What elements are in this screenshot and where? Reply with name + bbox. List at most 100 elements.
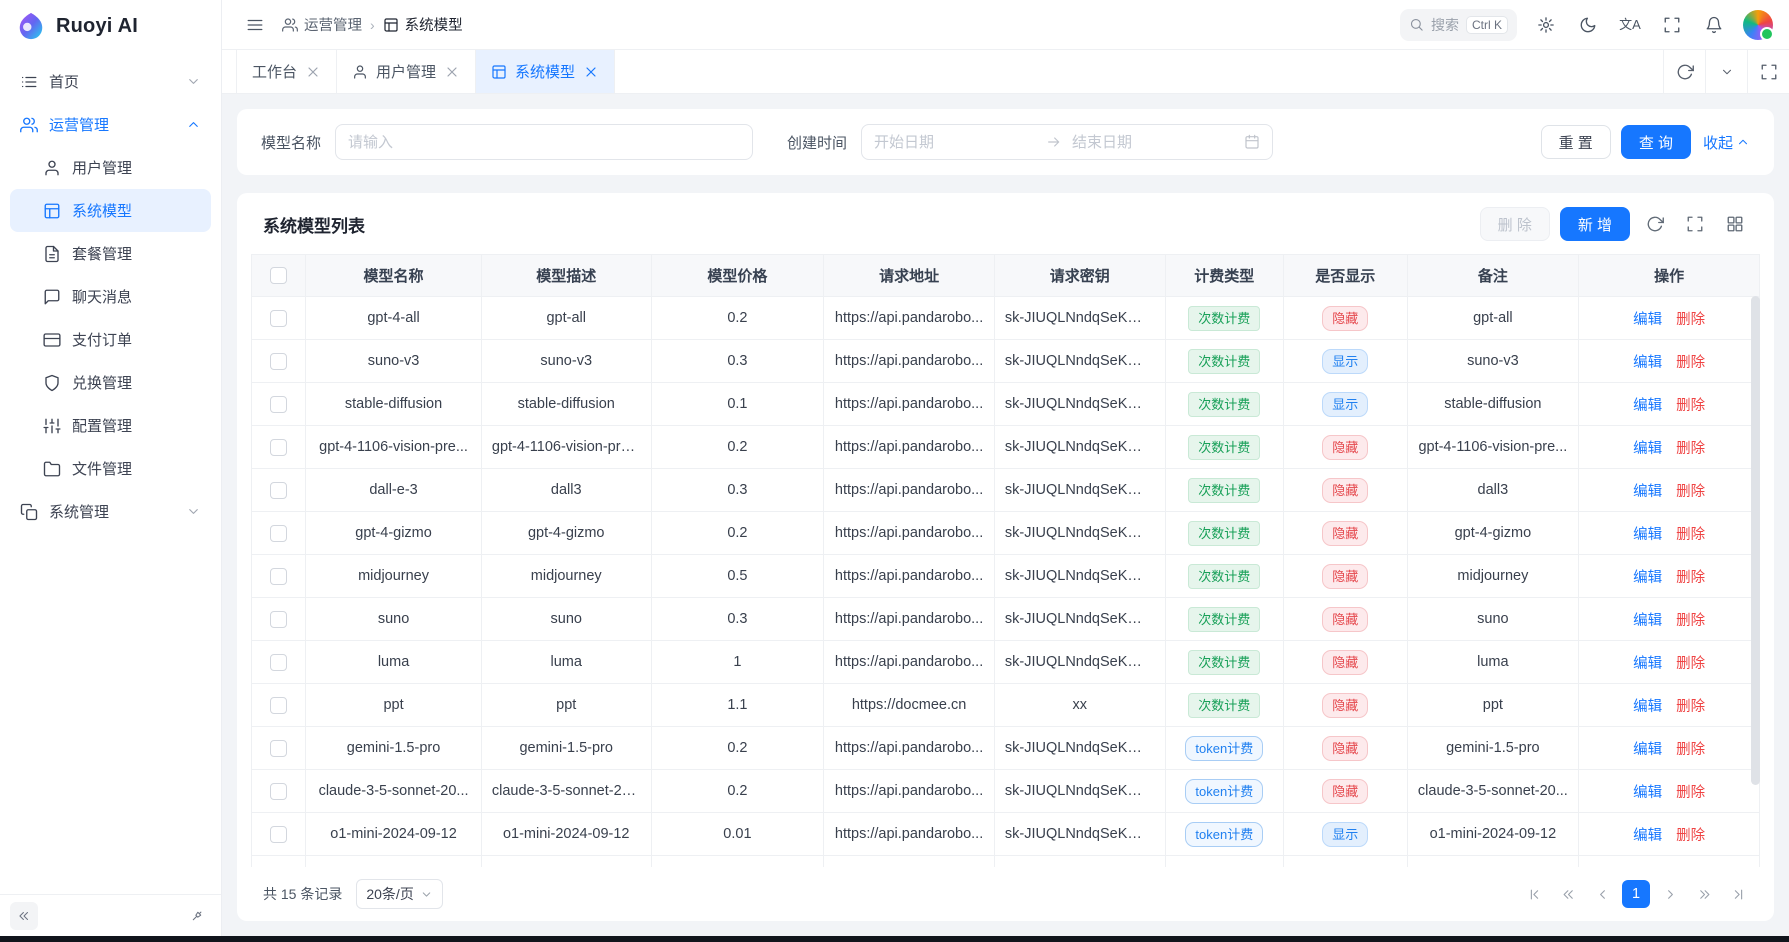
start-date-input[interactable] xyxy=(874,134,1036,151)
model-name-input[interactable] xyxy=(335,124,753,160)
table-row[interactable]: suno-v3 suno-v3 0.3 https://api.pandarob… xyxy=(252,340,1760,383)
query-button[interactable]: 查 询 xyxy=(1621,125,1691,159)
refresh-page-button[interactable] xyxy=(1663,50,1705,93)
sidebar-item-chat-messages[interactable]: 聊天消息 xyxy=(10,275,211,318)
tab-system-models[interactable]: 系统模型 xyxy=(476,50,615,93)
table-fullscreen-button[interactable] xyxy=(1680,209,1710,239)
add-button[interactable]: 新 增 xyxy=(1560,207,1630,241)
tabs-menu-button[interactable] xyxy=(1705,50,1747,93)
sidebar-item-system-models[interactable]: 系统模型 xyxy=(10,189,211,232)
theme-toggle-button[interactable] xyxy=(1571,8,1605,42)
close-tab-icon[interactable] xyxy=(444,64,460,80)
edit-link[interactable]: 编辑 xyxy=(1633,785,1662,801)
table-row[interactable]: o1-mini-2024-09-12 o1-mini-2024-09-12 0.… xyxy=(252,813,1760,856)
sidebar-item-operations[interactable]: 运营管理 xyxy=(10,103,211,146)
table-row[interactable]: gpt-4-gizmo gpt-4-gizmo 0.2 https://api.… xyxy=(252,512,1760,555)
edit-link[interactable]: 编辑 xyxy=(1633,441,1662,457)
delete-link[interactable]: 删除 xyxy=(1676,828,1705,844)
delete-link[interactable]: 删除 xyxy=(1676,398,1705,414)
edit-link[interactable]: 编辑 xyxy=(1633,312,1662,328)
edit-link[interactable]: 编辑 xyxy=(1633,699,1662,715)
edit-link[interactable]: 编辑 xyxy=(1633,742,1662,758)
end-date-input[interactable] xyxy=(1072,134,1234,151)
sidebar-item-system-management[interactable]: 系统管理 xyxy=(10,490,211,533)
delete-link[interactable]: 删除 xyxy=(1676,484,1705,500)
row-checkbox[interactable] xyxy=(270,439,287,456)
app-logo[interactable]: Ruoyi AI xyxy=(0,0,221,52)
row-checkbox[interactable] xyxy=(270,783,287,800)
scrollbar-thumb[interactable] xyxy=(1751,296,1760,785)
delete-selected-button[interactable]: 删 除 xyxy=(1480,207,1550,241)
breadcrumb-item-operations[interactable]: 运营管理 xyxy=(282,14,362,35)
sidebar-item-payment-orders[interactable]: 支付订单 xyxy=(10,318,211,361)
delete-link[interactable]: 删除 xyxy=(1676,527,1705,543)
notifications-button[interactable] xyxy=(1697,8,1731,42)
row-checkbox[interactable] xyxy=(270,568,287,585)
edit-link[interactable]: 编辑 xyxy=(1633,527,1662,543)
language-button[interactable]: 文A xyxy=(1613,8,1647,42)
table-row[interactable]: luma luma 1 https://api.pandarobo... sk-… xyxy=(252,641,1760,684)
table-row[interactable]: suno suno 0.3 https://api.pandarobo... s… xyxy=(252,598,1760,641)
table-row[interactable]: gpt-4-1106-vision-pre... gpt-4-1106-visi… xyxy=(252,426,1760,469)
delete-link[interactable]: 删除 xyxy=(1676,613,1705,629)
delete-link[interactable]: 删除 xyxy=(1676,570,1705,586)
edit-link[interactable]: 编辑 xyxy=(1633,828,1662,844)
close-tab-icon[interactable] xyxy=(305,64,321,80)
last-page-button[interactable] xyxy=(1724,880,1752,908)
refresh-table-button[interactable] xyxy=(1640,209,1670,239)
content-maximize-button[interactable] xyxy=(1747,50,1789,93)
column-settings-button[interactable] xyxy=(1720,209,1750,239)
row-checkbox[interactable] xyxy=(270,697,287,714)
close-tab-icon[interactable] xyxy=(583,64,599,80)
edit-link[interactable]: 编辑 xyxy=(1633,656,1662,672)
select-all-checkbox[interactable] xyxy=(270,267,287,284)
current-page-button[interactable]: 1 xyxy=(1622,880,1650,908)
fullscreen-button[interactable] xyxy=(1655,8,1689,42)
delete-link[interactable]: 删除 xyxy=(1676,699,1705,715)
row-checkbox[interactable] xyxy=(270,826,287,843)
table-row[interactable]: stable-diffusion stable-diffusion 0.1 ht… xyxy=(252,383,1760,426)
delete-link[interactable]: 删除 xyxy=(1676,656,1705,672)
table-row[interactable]: gemini-1.5-pro gemini-1.5-pro 0.2 https:… xyxy=(252,727,1760,770)
sidebar-item-package-management[interactable]: 套餐管理 xyxy=(10,232,211,275)
delete-link[interactable]: 删除 xyxy=(1676,742,1705,758)
next-page-button[interactable] xyxy=(1656,880,1684,908)
toggle-sidebar-button[interactable] xyxy=(238,8,272,42)
sidebar-item-file-management[interactable]: 文件管理 xyxy=(10,447,211,490)
global-search[interactable]: 搜索 Ctrl K xyxy=(1400,9,1517,41)
edit-link[interactable]: 编辑 xyxy=(1633,613,1662,629)
row-checkbox[interactable] xyxy=(270,396,287,413)
collapse-sidebar-button[interactable] xyxy=(10,902,38,930)
forward-pages-button[interactable] xyxy=(1690,880,1718,908)
row-checkbox[interactable] xyxy=(270,525,287,542)
row-checkbox[interactable] xyxy=(270,611,287,628)
delete-link[interactable]: 删除 xyxy=(1676,355,1705,371)
row-checkbox[interactable] xyxy=(270,654,287,671)
page-size-select[interactable]: 20条/页 xyxy=(356,879,442,909)
breadcrumb-item-system-models[interactable]: 系统模型 xyxy=(383,14,463,35)
edit-link[interactable]: 编辑 xyxy=(1633,398,1662,414)
table-row[interactable]: claude-3-5-sonnet-20... claude-3-5-sonne… xyxy=(252,770,1760,813)
table-row[interactable]: gpt-4-all gpt-all 0.2 https://api.pandar… xyxy=(252,297,1760,340)
table-row[interactable] xyxy=(252,856,1760,868)
settings-button[interactable] xyxy=(1529,8,1563,42)
delete-link[interactable]: 删除 xyxy=(1676,312,1705,328)
user-avatar[interactable] xyxy=(1743,10,1773,40)
tab-workbench[interactable]: 工作台 xyxy=(236,50,337,93)
row-checkbox[interactable] xyxy=(270,310,287,327)
prev-page-button[interactable] xyxy=(1588,880,1616,908)
sidebar-item-config-management[interactable]: 配置管理 xyxy=(10,404,211,447)
delete-link[interactable]: 删除 xyxy=(1676,441,1705,457)
pin-sidebar-button[interactable] xyxy=(183,902,211,930)
sidebar-item-exchange-management[interactable]: 兑换管理 xyxy=(10,361,211,404)
collapse-filter-button[interactable]: 收起 xyxy=(1703,132,1750,153)
sidebar-item-user-management[interactable]: 用户管理 xyxy=(10,146,211,189)
create-time-range-picker[interactable] xyxy=(861,124,1273,160)
delete-link[interactable]: 删除 xyxy=(1676,785,1705,801)
reset-button[interactable]: 重 置 xyxy=(1541,125,1611,159)
table-row[interactable]: ppt ppt 1.1 https://docmee.cn xx 次数计费 隐藏… xyxy=(252,684,1760,727)
table-scrollbar[interactable] xyxy=(1751,296,1760,865)
row-checkbox[interactable] xyxy=(270,740,287,757)
tab-user-management[interactable]: 用户管理 xyxy=(337,50,476,93)
first-page-button[interactable] xyxy=(1520,880,1548,908)
